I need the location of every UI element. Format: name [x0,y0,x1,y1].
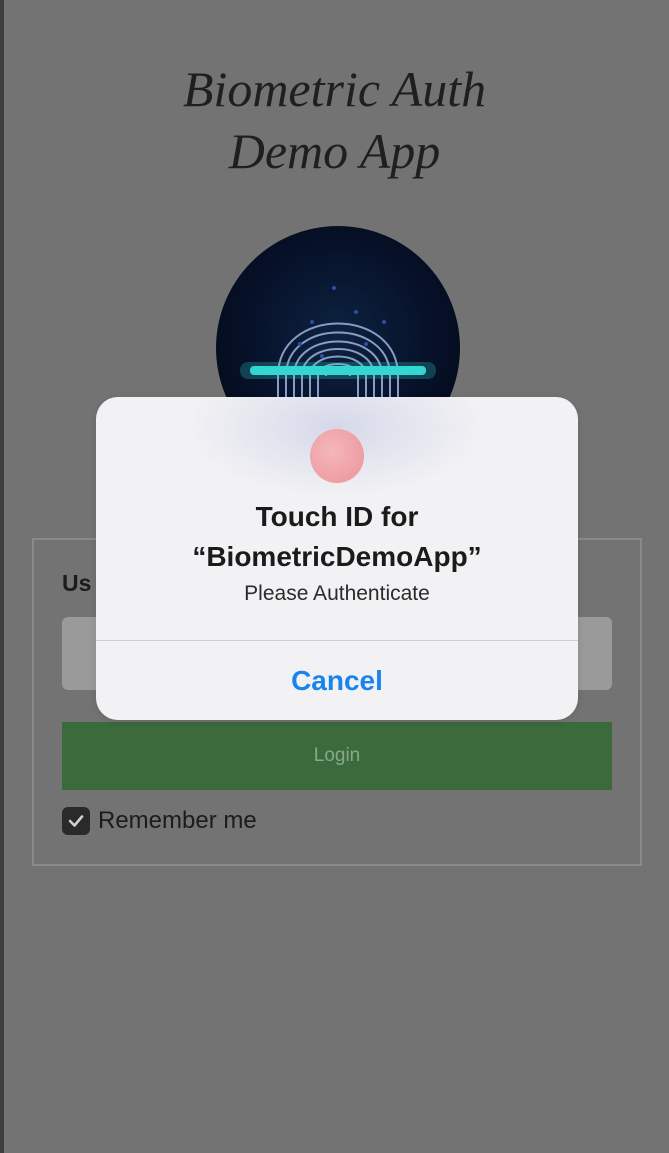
login-button[interactable]: Login [62,722,612,790]
dialog-title-line1: Touch ID for [255,501,419,532]
app-title-line2: Demo App [228,123,441,179]
remember-me-label: Remember me [98,807,257,834]
app-title-line1: Biometric Auth [182,61,487,117]
remember-me-checkbox[interactable] [62,807,90,835]
dialog-title: Touch ID for “BiometricDemoApp” [96,497,578,577]
touch-id-dialog: Touch ID for “BiometricDemoApp” Please A… [96,397,578,720]
app-title: Biometric Auth Demo App [0,58,669,182]
username-label: Us [62,570,92,596]
remember-me-row[interactable]: Remember me [62,805,257,837]
touch-id-icon [310,429,364,483]
cancel-button[interactable]: Cancel [96,641,578,720]
checkmark-icon [68,815,84,827]
dialog-subtitle: Please Authenticate [244,582,430,605]
dialog-title-line2: “BiometricDemoApp” [192,541,482,572]
